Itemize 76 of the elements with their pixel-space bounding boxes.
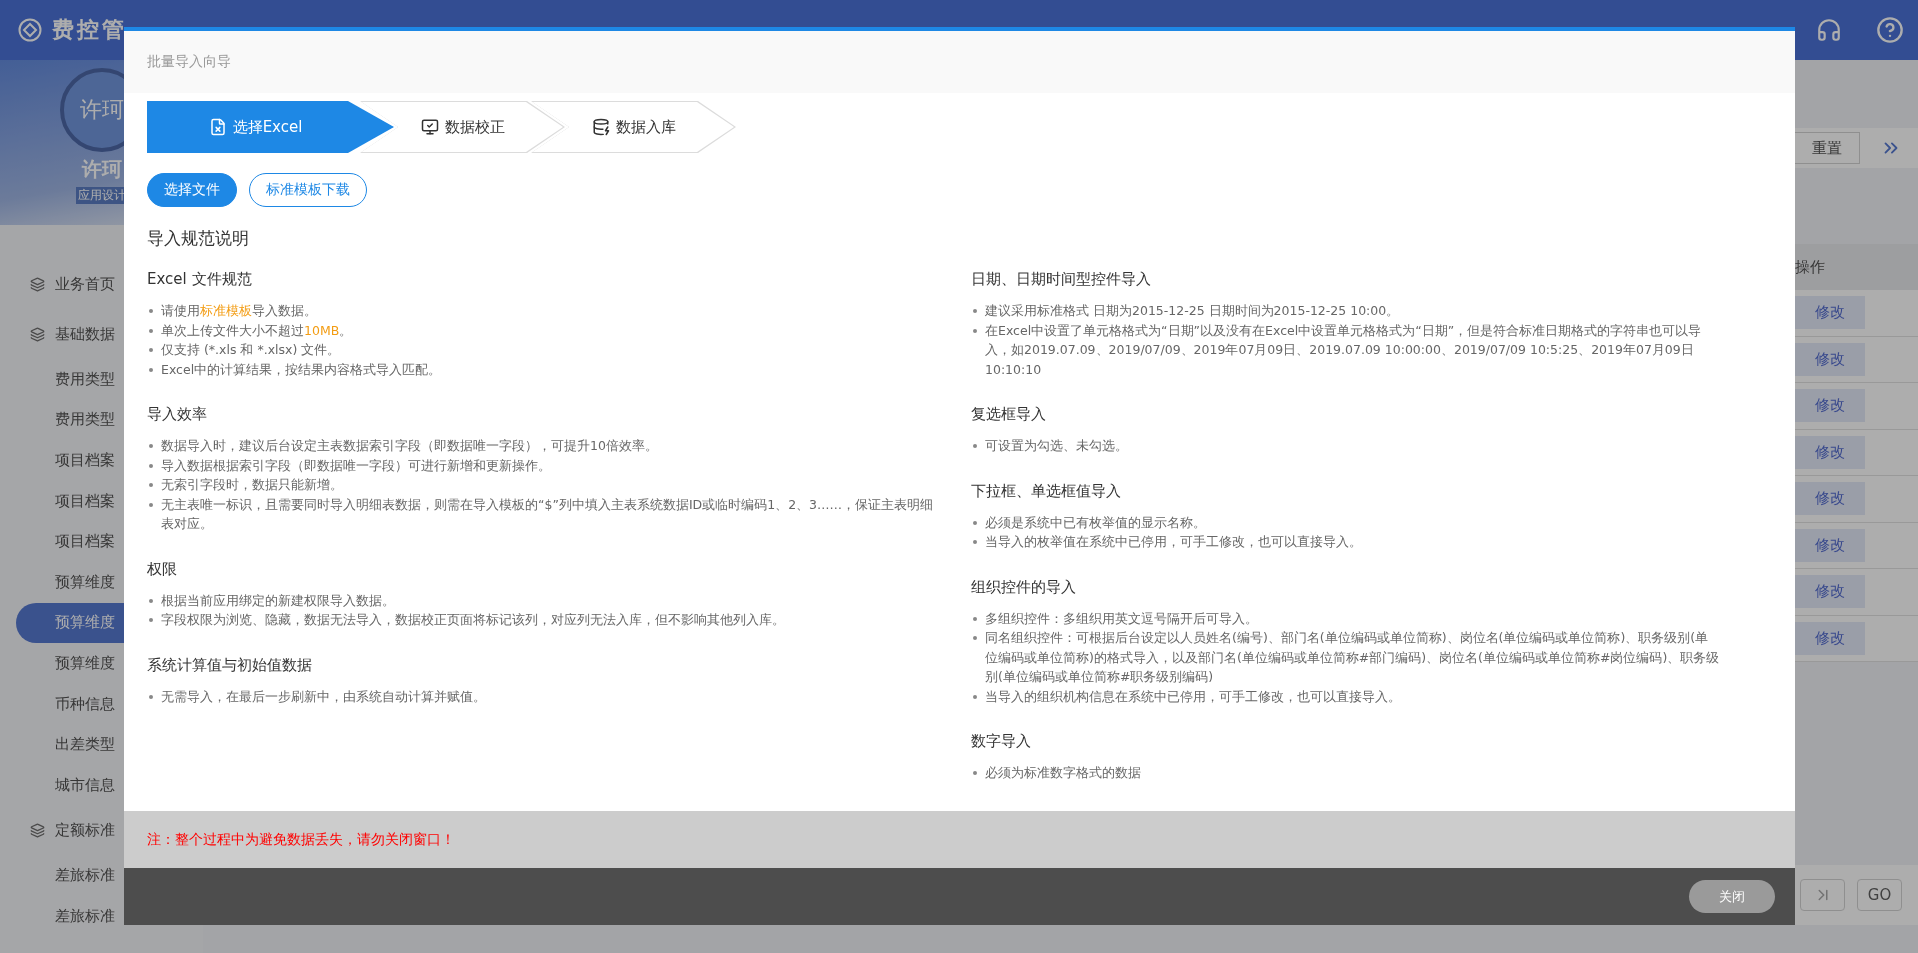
bullet-icon (149, 618, 153, 622)
rule-text: 在Excel中设置了单元格格式为“日期”以及没有在Excel中设置单元格格式为“日期”，但是符合标准日期格式的字符串也可以导入，如2019.07.09、2019/07/09、2019年07月09日、2019.07.09 10:00:00、2019/07/09 10:5:25、2019年07月09日 10:10:10 (985, 321, 1703, 379)
rule-text: 请使用标准模板导入数据。 (161, 302, 317, 320)
bullet-icon (149, 309, 153, 313)
section-heading: 导入规范说明 (147, 227, 250, 250)
bullet-icon (973, 771, 977, 775)
rule-title: 日期、日期时间型控件导入 (971, 270, 1152, 289)
edit-button[interactable]: 修改 (1795, 528, 1865, 562)
edit-button[interactable]: 修改 (1795, 435, 1865, 469)
bullet-icon (149, 483, 153, 487)
rule-title: 导入效率 (147, 405, 208, 424)
edit-button[interactable]: 修改 (1795, 389, 1865, 423)
warning-text: 注：整个过程中为避免数据丢失，请勿关闭窗口！ (147, 830, 455, 849)
layers-icon (30, 276, 45, 292)
rule-title: 系统计算值与初始值数据 (147, 655, 313, 675)
go-button[interactable]: GO (1857, 879, 1902, 911)
close-button[interactable]: 关闭 (1689, 880, 1775, 913)
bullet-icon (149, 598, 153, 603)
rule-text: 可设置为勾选、未勾选。 (985, 437, 1128, 455)
edit-button[interactable]: 修改 (1795, 621, 1865, 655)
rule-text: 建议采用标准格式 日期为2015-12-25 日期时间为2015-12-25 10:00。 (985, 302, 1400, 320)
bullet-icon (973, 540, 977, 544)
rule-text: Excel中的计算结果，按结果内容格式导入匹配。 (161, 360, 442, 379)
rule-title: Excel 文件规范 (147, 270, 253, 289)
reset-button[interactable]: 重置 (1794, 132, 1860, 164)
bullet-icon (149, 444, 153, 448)
bullet-icon (973, 309, 977, 313)
app-logo: 费控管 (52, 16, 127, 44)
user-name: 许珂 (81, 156, 122, 183)
bullet-icon (973, 694, 977, 699)
rule-text: 当导入的组织机构信息在系统中已停用，可手工修改，也可以直接导入。 (985, 687, 1401, 706)
monitor-icon (420, 118, 439, 136)
rule-text: 单次上传文件大小不超过10MB。 (161, 321, 353, 340)
layers-icon (30, 823, 45, 839)
rule-title: 组织控件的导入 (971, 577, 1077, 597)
rule-text: 必须是系统中已有枚举值的显示名称。 (985, 513, 1206, 532)
rule-text: 无需导入，在最后一步刷新中，由系统自动计算并赋值。 (161, 687, 486, 706)
rule-text: 数据导入时，建议后台设定主表数据索引字段（即数据唯一字段），可提升10倍效率。 (161, 437, 658, 455)
headset-icon[interactable] (1816, 17, 1842, 43)
dialog-title: 批量导入向导 (147, 53, 231, 71)
column-header: 操作 (1795, 257, 1826, 277)
bullet-icon (973, 636, 977, 640)
rule-title: 复选框导入 (971, 405, 1047, 424)
bullet-icon (149, 502, 153, 507)
edit-button[interactable]: 修改 (1795, 482, 1865, 516)
edit-button[interactable]: 修改 (1795, 575, 1865, 609)
bullet-icon (973, 328, 977, 333)
bullet-icon (973, 520, 977, 525)
bullet-icon (973, 444, 977, 448)
rule-text: 无索引字段时，数据只能新增。 (161, 476, 343, 494)
choose-file-button[interactable]: 选择文件 (147, 173, 237, 207)
logo-icon (18, 18, 42, 42)
layers-icon (30, 326, 45, 342)
bullet-icon (973, 616, 977, 621)
rule-title: 下拉框、单选框值导入 (971, 481, 1122, 501)
database-icon (591, 118, 610, 136)
wizard-step[interactable]: 选择Excel (147, 101, 394, 153)
edit-button[interactable]: 修改 (1795, 342, 1865, 376)
rule-text: 仅支持 (*.xls 和 *.xlsx) 文件。 (161, 341, 341, 359)
rule-text: 同名组织控件：可根据后台设定以人员姓名(编号)、部门名(单位编码或单位简称)、岗位名(单位编码或单位简称)、职务级别(单位编码或单位简称)的格式导入，以及部门名(单位编码或单位简称#部门编码)、岗位名(单位编码或单位简称#岗位编码)、职务级别(单位编码或单位简称#职务级别编码) (985, 629, 1721, 686)
bullet-icon (149, 367, 153, 372)
bullet-icon (149, 463, 153, 468)
rule-text: 无主表唯一标识，且需要同时导入明细表数据，则需在导入模板的“$”列中填入主表系统数据ID或临时编码1、2、3……，保证主表明细表对应。 (161, 495, 935, 533)
rule-text: 必须为标准数字格式的数据 (985, 764, 1141, 782)
rule-text: 当导入的枚举值在系统中已停用，可手工修改，也可以直接导入。 (985, 533, 1362, 551)
rule-title: 权限 (147, 559, 178, 579)
rule-title: 数字导入 (971, 732, 1032, 751)
bullet-icon (149, 328, 153, 333)
bullet-icon (149, 694, 153, 699)
rule-text: 导入数据根据索引字段（即数据唯一字段）可进行新增和更新操作。 (161, 456, 551, 475)
bullet-icon (149, 348, 153, 352)
edit-button[interactable]: 修改 (1795, 296, 1865, 330)
template-download-button[interactable]: 标准模板下载 (249, 173, 367, 207)
rule-text: 多组织控件：多组织用英文逗号隔开后可导入。 (985, 609, 1258, 628)
file-icon (208, 118, 227, 136)
help-icon[interactable] (1876, 16, 1904, 44)
